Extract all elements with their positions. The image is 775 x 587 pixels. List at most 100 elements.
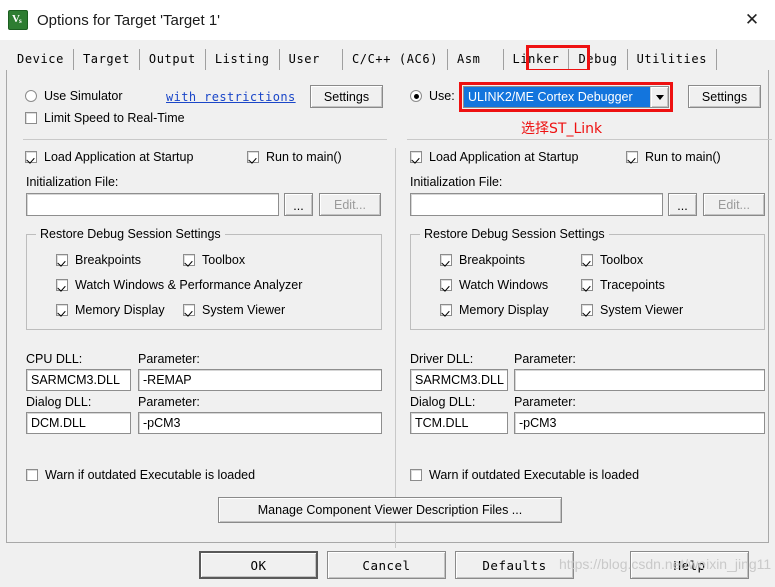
tab-debug[interactable]: Debug (569, 49, 628, 70)
checkbox-indicator (440, 279, 452, 291)
tab-asm[interactable]: Asm (448, 49, 504, 70)
memory-display-label: Memory Display (75, 303, 165, 317)
cpu-param-input[interactable]: -REMAP (138, 369, 382, 391)
cpu-dll-input[interactable]: SARMCM3.DLL (26, 369, 131, 391)
limit-speed-label: Limit Speed to Real-Time (44, 111, 185, 125)
watch-windows-label: Watch Windows (459, 278, 549, 292)
tracepoints-checkbox[interactable]: Tracepoints (581, 278, 665, 292)
tab-strip: Device Target Output Listing User C/C++ … (0, 40, 775, 70)
ok-button[interactable]: OK (199, 551, 318, 579)
tab-linker[interactable]: Linker (503, 49, 570, 70)
dialog-param-input[interactable]: -pCM3 (514, 412, 765, 434)
checkbox-indicator (581, 254, 593, 266)
warn-outdated-label: Warn if outdated Executable is loaded (45, 468, 256, 482)
dialog-param-label: Parameter: (514, 395, 576, 409)
memory-display-checkbox[interactable]: Memory Display (56, 303, 165, 317)
window-title: Options for Target 'Target 1' (37, 11, 221, 29)
tab-user[interactable]: User (279, 49, 343, 70)
use-simulator-radio[interactable]: Use Simulator (25, 89, 123, 103)
dialog-param-label: Parameter: (138, 395, 200, 409)
dialog-param-input[interactable]: -pCM3 (138, 412, 382, 434)
run-to-main-checkbox[interactable]: Run to main() (247, 150, 342, 164)
run-to-main-label: Run to main() (645, 150, 721, 164)
panel-divider (395, 148, 396, 548)
dialog-dll-input[interactable]: DCM.DLL (26, 412, 131, 434)
debugger-settings-button[interactable]: Settings (688, 85, 761, 108)
init-file-edit-button[interactable]: Edit... (703, 193, 765, 216)
warn-outdated-checkbox-left[interactable]: Warn if outdated Executable is loaded (26, 468, 255, 482)
cpu-param-label: Parameter: (138, 352, 200, 366)
driver-dll-input[interactable]: SARMCM3.DLL (410, 369, 508, 391)
warn-outdated-checkbox-right[interactable]: Warn if outdated Executable is loaded (410, 468, 639, 482)
close-icon[interactable]: ✕ (729, 0, 775, 40)
run-to-main-checkbox[interactable]: Run to main() (626, 150, 721, 164)
load-app-checkbox[interactable]: Load Application at Startup (25, 150, 193, 164)
init-file-input[interactable] (26, 193, 279, 216)
toolbox-checkbox[interactable]: Toolbox (183, 253, 245, 267)
load-app-label: Load Application at Startup (429, 150, 579, 164)
dialog-dll-input[interactable]: TCM.DLL (410, 412, 508, 434)
driver-param-input[interactable] (514, 369, 765, 391)
init-file-label: Initialization File: (410, 175, 503, 189)
limit-speed-checkbox[interactable]: Limit Speed to Real-Time (25, 111, 185, 125)
restore-group-title: Restore Debug Session Settings (36, 227, 225, 241)
chevron-down-icon[interactable] (650, 87, 668, 107)
system-viewer-label: System Viewer (600, 303, 684, 317)
init-file-browse-button[interactable]: ... (284, 193, 313, 216)
checkbox-indicator (25, 112, 37, 124)
radio-indicator (410, 90, 422, 102)
tab-device[interactable]: Device (8, 49, 74, 70)
checkbox-indicator (410, 151, 422, 163)
checkbox-indicator (56, 304, 68, 316)
with-restrictions-link[interactable]: with restrictions (166, 90, 296, 104)
help-button[interactable]: Help (630, 551, 749, 579)
toolbox-label: Toolbox (202, 253, 246, 267)
load-app-checkbox[interactable]: Load Application at Startup (410, 150, 578, 164)
load-app-label: Load Application at Startup (44, 150, 194, 164)
tab-target[interactable]: Target (73, 49, 140, 70)
section-divider (23, 139, 387, 140)
watch-windows-checkbox[interactable]: Watch Windows (440, 278, 548, 292)
watch-windows-label: Watch Windows & Performance Analyzer (75, 278, 303, 292)
warn-outdated-label: Warn if outdated Executable is loaded (429, 468, 640, 482)
checkbox-indicator (581, 279, 593, 291)
driver-param-label: Parameter: (514, 352, 576, 366)
manage-component-viewer-button[interactable]: Manage Component Viewer Description File… (218, 497, 562, 523)
use-debugger-label: Use: (429, 89, 455, 103)
run-to-main-label: Run to main() (266, 150, 342, 164)
checkbox-indicator (440, 304, 452, 316)
simulator-settings-button[interactable]: Settings (310, 85, 383, 108)
init-file-browse-button[interactable]: ... (668, 193, 697, 216)
tab-listing[interactable]: Listing (205, 49, 280, 70)
use-debugger-radio[interactable]: Use: (410, 89, 455, 103)
system-viewer-checkbox[interactable]: System Viewer (183, 303, 285, 317)
dialog-dll-label: Dialog DLL: (26, 395, 92, 409)
tab-utilities[interactable]: Utilities (627, 49, 718, 70)
init-file-edit-button[interactable]: Edit... (319, 193, 381, 216)
tab-cpp[interactable]: C/C++ (AC6) (342, 49, 449, 70)
toolbox-checkbox[interactable]: Toolbox (581, 253, 643, 267)
checkbox-indicator (247, 151, 259, 163)
checkbox-indicator (25, 151, 37, 163)
init-file-input[interactable] (410, 193, 663, 216)
breakpoints-checkbox[interactable]: Breakpoints (56, 253, 141, 267)
title-bar: Vs Options for Target 'Target 1' ✕ (0, 0, 775, 40)
debugger-selected-value: ULINK2/ME Cortex Debugger (464, 87, 650, 107)
checkbox-indicator (440, 254, 452, 266)
checkbox-indicator (183, 304, 195, 316)
uvision-icon: Vs (8, 10, 28, 30)
debugger-select[interactable]: ULINK2/ME Cortex Debugger (463, 86, 669, 108)
debug-panel: Use Simulator with restrictions Settings… (6, 70, 772, 548)
tab-output[interactable]: Output (139, 49, 206, 70)
breakpoints-checkbox[interactable]: Breakpoints (440, 253, 525, 267)
system-viewer-checkbox[interactable]: System Viewer (581, 303, 683, 317)
memory-display-label: Memory Display (459, 303, 549, 317)
system-viewer-label: System Viewer (202, 303, 286, 317)
defaults-button[interactable]: Defaults (455, 551, 574, 579)
select-stlink-annotation: 选择ST_Link (521, 121, 603, 137)
memory-display-checkbox[interactable]: Memory Display (440, 303, 549, 317)
cancel-button[interactable]: Cancel (327, 551, 446, 579)
checkbox-indicator (410, 469, 422, 481)
watch-windows-checkbox[interactable]: Watch Windows & Performance Analyzer (56, 278, 302, 292)
restore-session-group-right: Restore Debug Session Settings Breakpoin… (410, 227, 765, 330)
